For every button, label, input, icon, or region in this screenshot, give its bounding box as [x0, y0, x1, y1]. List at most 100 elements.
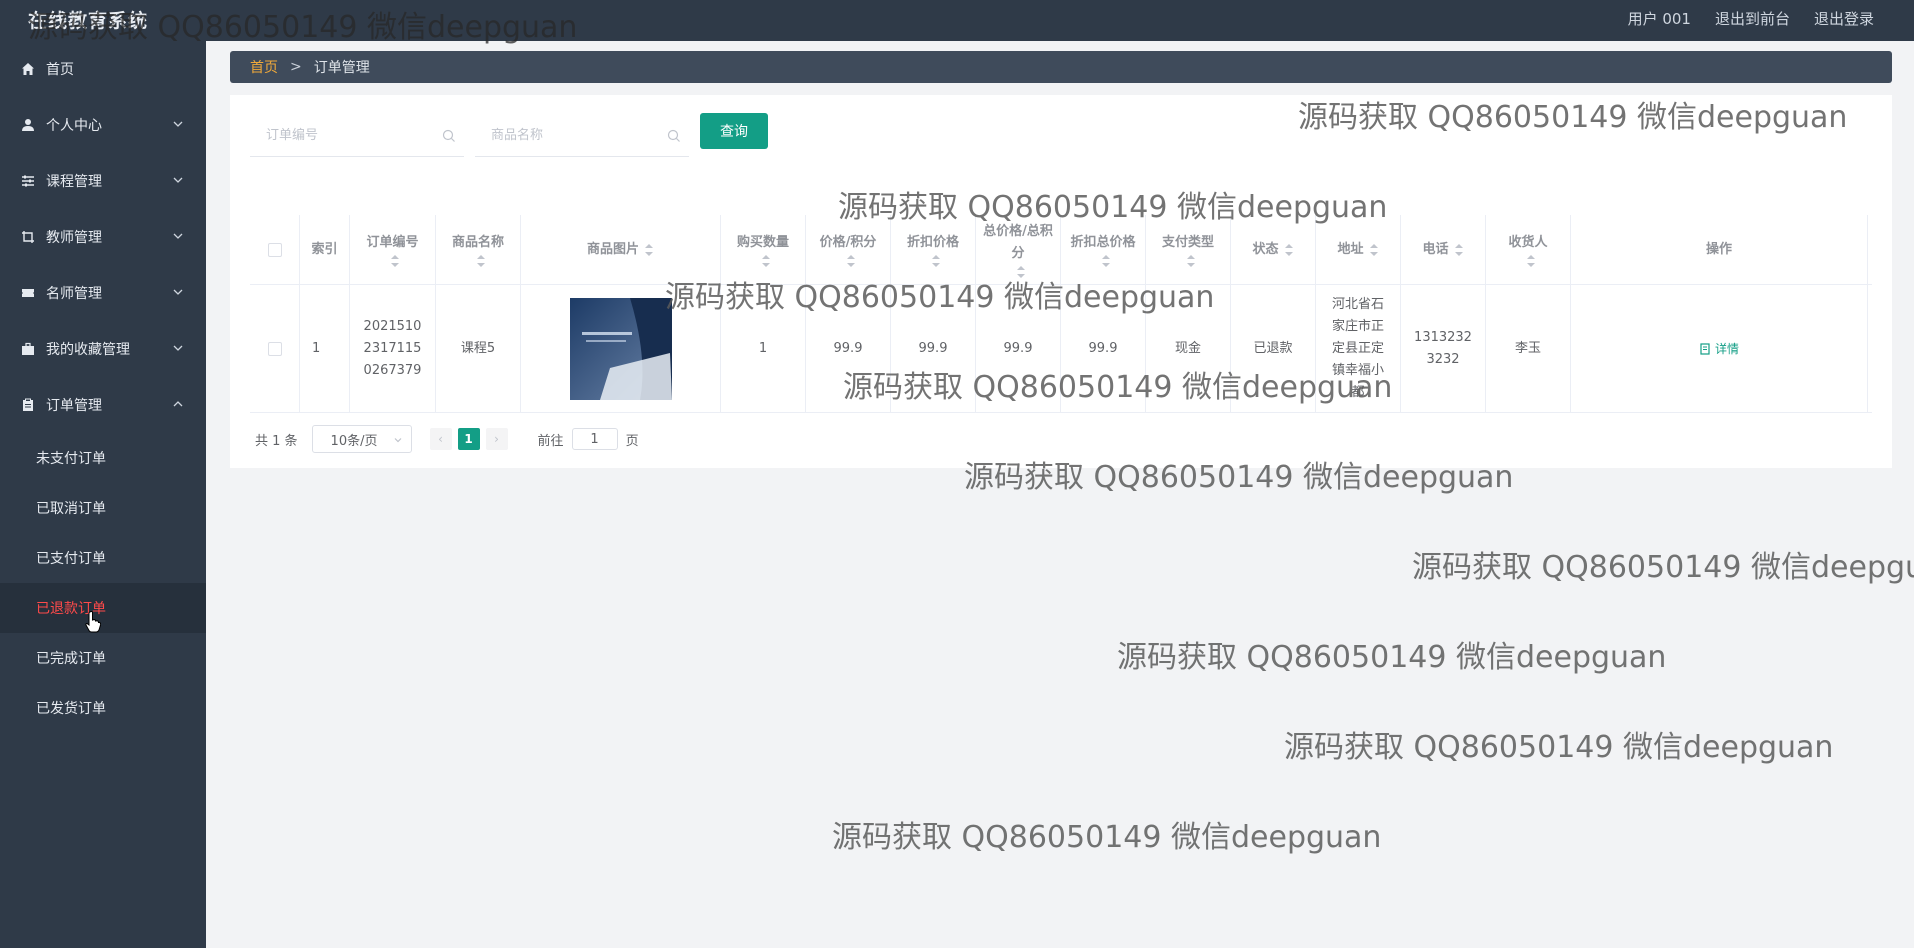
sidebar-subitem-cancelled-orders[interactable]: 已取消订单 [0, 483, 206, 533]
goto-label: 前往 [537, 433, 564, 449]
sidebar-item-label: 课程管理 [46, 174, 102, 190]
sidebar-item-course-management[interactable]: 课程管理 [0, 153, 206, 209]
sidebar-subitem-completed-orders[interactable]: 已完成订单 [0, 633, 206, 683]
col-header-product[interactable]: 商品名称 [436, 215, 521, 284]
sidebar-subitem-refunded-orders[interactable]: 已退款订单 [0, 583, 206, 633]
sidebar-item-order-management[interactable]: 订单管理 [0, 377, 206, 433]
table-row: 1 20215102317115 0267379 课程5 1 99.9 99.9… [250, 285, 1872, 413]
page-number-button[interactable]: 1 [457, 428, 480, 450]
chevron-down-icon [394, 438, 401, 443]
sidebar-item-teacher-management[interactable]: 教师管理 [0, 209, 206, 265]
sort-icon[interactable] [846, 254, 856, 268]
sort-icon[interactable] [931, 254, 941, 268]
col-header-pay-type[interactable]: 支付类型 [1146, 215, 1231, 284]
watermark-text: 源码获取 QQ86050149 微信deepguan [1412, 550, 1914, 585]
breadcrumb-home-link[interactable]: 首页 [250, 57, 278, 77]
cell-pay-type: 现金 [1146, 285, 1231, 412]
col-header-label: 折扣总价格 [1070, 234, 1136, 250]
sort-icon[interactable] [1101, 254, 1111, 268]
cell-total: 99.9 [976, 285, 1061, 412]
cell-qty: 1 [721, 285, 806, 412]
goto-page-input[interactable] [571, 428, 618, 450]
cell-address: 河北省石家庄市正定县正定镇幸福小都 [1316, 285, 1401, 412]
sidebar-item-personal-center[interactable]: 个人中心 [0, 97, 206, 153]
col-header-total[interactable]: 总价格/总积分 [976, 215, 1061, 284]
total-count: 共 1 条 [255, 433, 298, 449]
col-header-label: 订单编号 [366, 234, 419, 250]
col-header-price[interactable]: 价格/积分 [806, 215, 891, 284]
order-no-text: 20215102317115 0267379 [363, 318, 422, 378]
col-header-action: 操作 [1571, 215, 1868, 284]
col-header-discount-total[interactable]: 折扣总价格 [1061, 215, 1146, 284]
detail-button[interactable]: 详情 [1699, 338, 1739, 360]
chevron-down-icon [173, 233, 183, 239]
query-button[interactable]: 查询 [700, 113, 768, 149]
col-header-phone[interactable]: 电话 [1401, 215, 1486, 284]
col-header-order-no[interactable]: 订单编号 [350, 215, 436, 284]
breadcrumb: 首页 > 订单管理 [230, 51, 1892, 83]
col-header-discount[interactable]: 折扣价格 [891, 215, 976, 284]
current-user-link[interactable]: 用户 001 [1628, 8, 1691, 29]
col-header-address[interactable]: 地址 [1316, 215, 1401, 284]
sort-icon[interactable] [1016, 265, 1026, 279]
pagination: 共 1 条 10条/页 ‹ 1 › 前往 页 [255, 425, 639, 453]
next-page-button[interactable]: › [485, 428, 508, 450]
sidebar-subitem-unpaid-orders[interactable]: 未支付订单 [0, 433, 206, 483]
order-no-input[interactable] [250, 115, 464, 156]
col-header-label: 价格/积分 [819, 234, 877, 250]
product-thumbnail[interactable] [569, 297, 672, 400]
sidebar-item-home[interactable]: 首页 [0, 41, 206, 97]
row-select-cell [250, 285, 300, 412]
col-header-label: 支付类型 [1161, 234, 1214, 250]
prev-page-button[interactable]: ‹ [429, 428, 452, 450]
sidebar-subitem-paid-orders[interactable]: 已支付订单 [0, 533, 206, 583]
sort-icon[interactable] [390, 254, 400, 268]
sort-icon[interactable] [1284, 243, 1294, 257]
briefcase-icon [20, 341, 36, 357]
cell-order-no: 20215102317115 0267379 [350, 285, 436, 412]
detail-button-label: 详情 [1714, 341, 1739, 356]
row-checkbox[interactable] [267, 341, 282, 356]
cell-status: 已退款 [1231, 285, 1316, 412]
address-text: 河北省石家庄市正定县正定镇幸福小都 [1331, 296, 1384, 400]
sidebar-item-label: 首页 [46, 62, 74, 78]
col-header-image[interactable]: 商品图片 [521, 215, 721, 284]
col-header-label: 商品图片 [586, 241, 639, 257]
col-header-label: 操作 [1705, 241, 1732, 257]
select-all-checkbox[interactable] [267, 242, 282, 257]
sidebar-item-favorites[interactable]: 我的收藏管理 [0, 321, 206, 377]
col-header-label: 购买数量 [736, 234, 789, 250]
product-name-input[interactable] [475, 115, 689, 156]
col-header-status[interactable]: 状态 [1231, 215, 1316, 284]
pointer-cursor-icon [85, 611, 101, 633]
logout-link[interactable]: 退出登录 [1814, 8, 1874, 29]
sidebar-item-label: 订单管理 [46, 398, 102, 414]
sidebar-subitem-shipped-orders[interactable]: 已发货订单 [0, 683, 206, 733]
sort-icon[interactable] [761, 254, 771, 268]
sort-icon[interactable] [476, 254, 486, 268]
watermark-text: 源码获取 QQ86050149 微信deepguan [832, 820, 1382, 855]
orders-table: 索引 订单编号 商品名称 商品图片 购买数量 价格/积分 折扣价格 总价格/总积… [250, 215, 1872, 413]
page-size-select[interactable]: 10条/页 [311, 425, 412, 453]
watermark-text: 源码获取 QQ86050149 微信deepguan [1284, 730, 1834, 765]
home-icon [20, 61, 36, 77]
sort-icon[interactable] [1369, 243, 1379, 257]
order-panel: 查询 索引 订单编号 商品名称 商品图片 购买数量 价格/积分 折扣价格 总价格… [230, 95, 1892, 468]
col-header-label: 折扣价格 [906, 234, 959, 250]
cell-index: 1 [300, 285, 350, 412]
sidebar-item-famous-teacher[interactable]: 名师管理 [0, 265, 206, 321]
cell-discount-total: 99.9 [1061, 285, 1146, 412]
exit-to-front-link[interactable]: 退出到前台 [1715, 8, 1790, 29]
col-header-qty[interactable]: 购买数量 [721, 215, 806, 284]
sort-icon[interactable] [1526, 254, 1536, 268]
sort-icon[interactable] [644, 243, 654, 257]
sort-icon[interactable] [1454, 243, 1464, 257]
page-size-value: 10条/页 [330, 433, 378, 449]
col-header-label: 收货人 [1508, 234, 1548, 250]
sort-icon[interactable] [1186, 254, 1196, 268]
chevron-down-icon [173, 121, 183, 127]
cell-product: 课程5 [436, 285, 521, 412]
col-header-receiver[interactable]: 收货人 [1486, 215, 1571, 284]
cell-action: 详情 [1571, 285, 1868, 412]
watermark-text: 源码获取 QQ86050149 微信deepguan [1117, 640, 1667, 675]
